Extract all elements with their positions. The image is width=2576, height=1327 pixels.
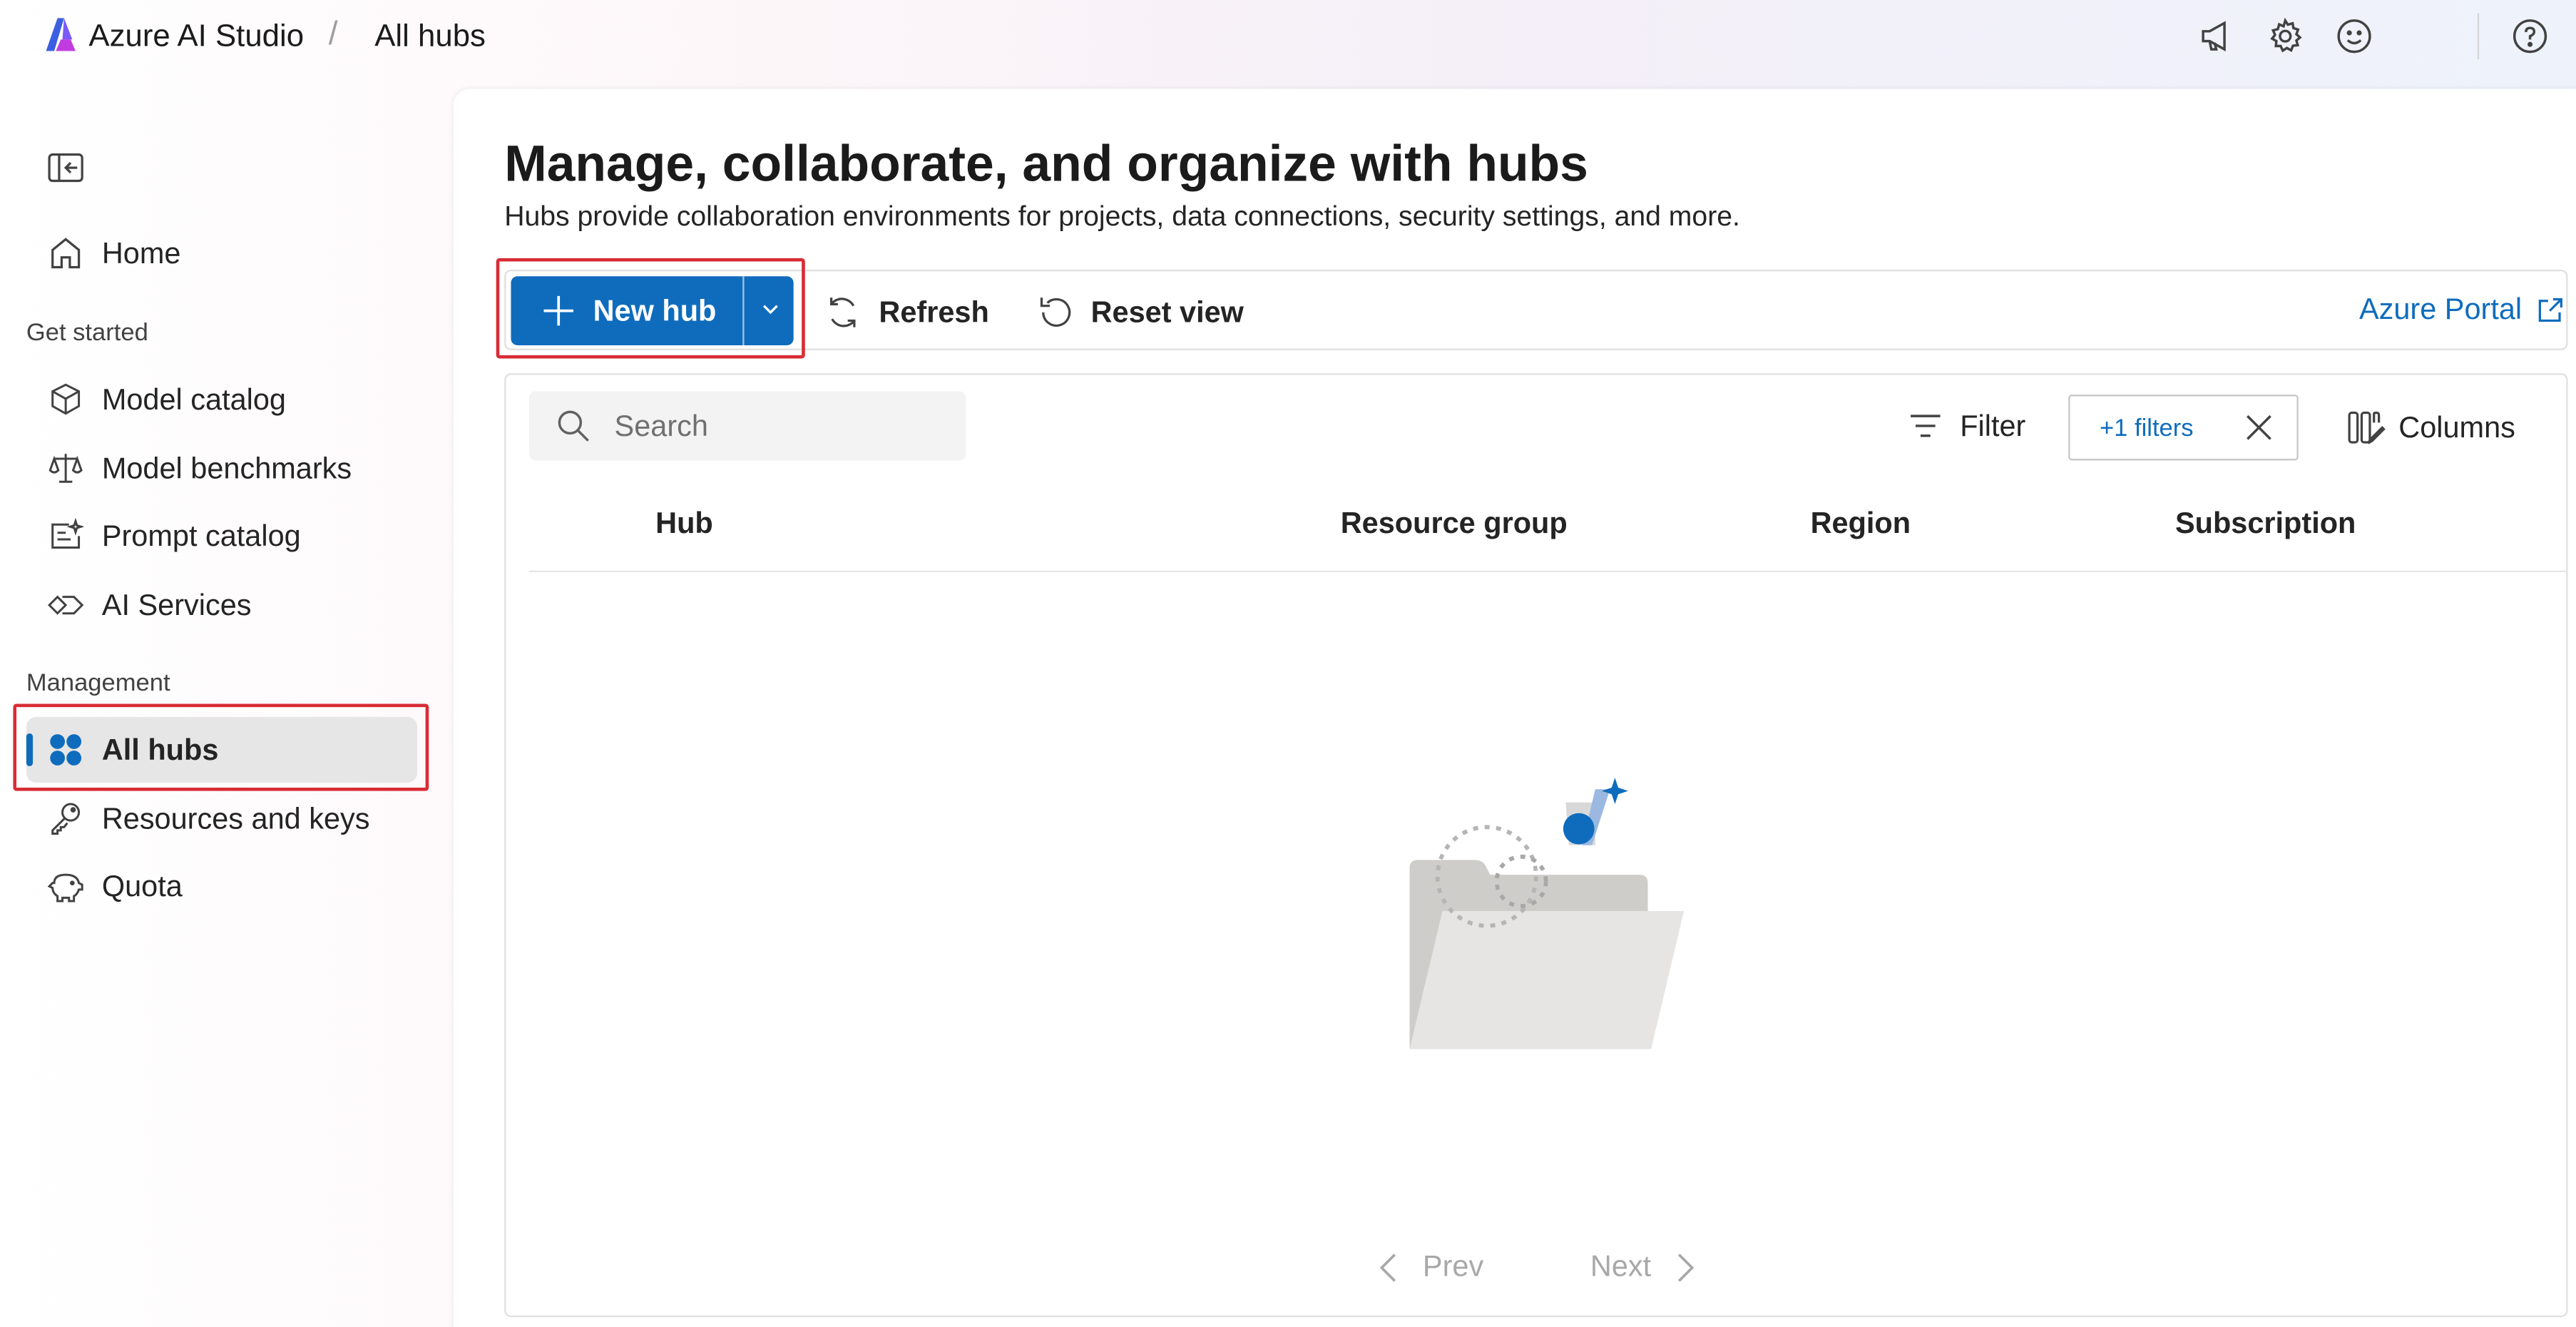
megaphone-icon[interactable] bbox=[2197, 16, 2236, 56]
collapse-sidebar-icon[interactable] bbox=[46, 151, 86, 184]
sidebar-item-home[interactable]: Home bbox=[26, 220, 417, 286]
columns-label: Columns bbox=[2398, 410, 2515, 444]
sidebar: Home Get started Model catalog Model ben… bbox=[0, 88, 454, 1327]
help-icon[interactable] bbox=[2510, 16, 2550, 56]
close-icon[interactable] bbox=[2244, 413, 2274, 442]
sidebar-item-resources-and-keys[interactable]: Resources and keys bbox=[26, 786, 417, 852]
page-subtitle: Hubs provide collaboration environments … bbox=[504, 200, 1740, 232]
filter-icon bbox=[1911, 415, 1941, 437]
filter-button[interactable]: Filter bbox=[1907, 408, 2025, 444]
columns-button[interactable]: Columns bbox=[2346, 408, 2515, 447]
scales-icon bbox=[46, 449, 86, 488]
breadcrumb-separator: / bbox=[328, 16, 338, 53]
gear-icon[interactable] bbox=[2266, 16, 2305, 56]
sidebar-item-quota[interactable]: Quota bbox=[26, 853, 417, 919]
column-header-subscription[interactable]: Subscription bbox=[2175, 507, 2356, 541]
toolbar bbox=[504, 269, 2568, 350]
sidebar-item-label: Model benchmarks bbox=[101, 451, 352, 484]
sidebar-item-model-catalog[interactable]: Model catalog bbox=[26, 367, 417, 432]
empty-folder-illustration bbox=[1409, 778, 1685, 1049]
column-header-hub[interactable]: Hub bbox=[655, 507, 713, 541]
highlight-box-new-hub bbox=[496, 258, 805, 359]
column-header-region[interactable]: Region bbox=[1811, 507, 1911, 541]
cube-icon bbox=[46, 380, 86, 419]
smiley-icon[interactable] bbox=[2334, 16, 2373, 56]
prev-label: Prev bbox=[1422, 1249, 1484, 1283]
sidebar-item-model-benchmarks[interactable]: Model benchmarks bbox=[26, 436, 417, 502]
page-title: Manage, collaborate, and organize with h… bbox=[504, 134, 1588, 193]
highlight-box-all-hubs bbox=[13, 703, 429, 791]
sidebar-item-label: Resources and keys bbox=[101, 801, 370, 835]
app-title[interactable]: Azure AI Studio bbox=[88, 20, 304, 56]
sidebar-item-label: Home bbox=[101, 235, 181, 269]
search-icon bbox=[558, 410, 589, 442]
section-management: Management bbox=[26, 669, 170, 698]
refresh-icon bbox=[830, 298, 856, 327]
piggy-bank-icon bbox=[46, 867, 86, 906]
chevron-left-icon bbox=[1379, 1253, 1396, 1281]
sidebar-item-prompt-catalog[interactable]: Prompt catalog bbox=[26, 503, 417, 569]
refresh-button[interactable]: Refresh bbox=[823, 286, 989, 339]
ai-services-icon bbox=[46, 586, 86, 625]
prev-button[interactable]: Prev bbox=[1374, 1250, 1483, 1284]
breadcrumb-current[interactable]: All hubs bbox=[374, 20, 486, 56]
home-icon bbox=[46, 233, 86, 273]
top-bar: Azure AI Studio / All hubs bbox=[0, 0, 2576, 72]
reset-icon bbox=[1040, 298, 1071, 327]
header-divider bbox=[2477, 13, 2480, 59]
sidebar-item-label: AI Services bbox=[101, 587, 252, 621]
azure-logo-icon[interactable] bbox=[43, 16, 79, 53]
filter-chip-label: +1 filters bbox=[2100, 413, 2194, 442]
reset-view-label: Reset view bbox=[1090, 295, 1244, 328]
main-panel: Manage, collaborate, and organize with h… bbox=[453, 88, 2576, 1327]
search-input[interactable] bbox=[614, 408, 927, 444]
search-box[interactable] bbox=[528, 391, 966, 461]
filter-label: Filter bbox=[1960, 408, 2026, 442]
sidebar-item-label: Prompt catalog bbox=[101, 519, 301, 552]
hubs-grid: Filter +1 filters Columns Hub Resource g… bbox=[504, 373, 2568, 1318]
table-header: Hub Resource group Region Subscription bbox=[528, 507, 2567, 573]
prompt-sparkle-icon bbox=[46, 517, 86, 556]
sidebar-item-ai-services[interactable]: AI Services bbox=[26, 572, 417, 638]
azure-portal-label: Azure Portal bbox=[2358, 293, 2523, 326]
next-label: Next bbox=[1590, 1249, 1652, 1283]
active-filters-chip[interactable]: +1 filters bbox=[2068, 395, 2299, 461]
app-root: Azure AI Studio / All hubs Home Get star… bbox=[0, 0, 2576, 1327]
keys-icon bbox=[46, 799, 86, 838]
external-link-icon bbox=[2538, 297, 2563, 321]
refresh-label: Refresh bbox=[879, 295, 989, 328]
azure-portal-link[interactable]: Azure Portal bbox=[2359, 293, 2565, 327]
column-header-resource-group[interactable]: Resource group bbox=[1341, 507, 1568, 541]
reset-view-button[interactable]: Reset view bbox=[1035, 286, 1244, 339]
columns-edit-icon bbox=[2348, 411, 2386, 444]
chevron-right-icon bbox=[1678, 1253, 1695, 1281]
next-button[interactable]: Next bbox=[1590, 1250, 1700, 1284]
section-get-started: Get started bbox=[26, 319, 148, 347]
sidebar-item-label: Quota bbox=[101, 869, 183, 903]
sidebar-item-label: Model catalog bbox=[101, 382, 287, 415]
